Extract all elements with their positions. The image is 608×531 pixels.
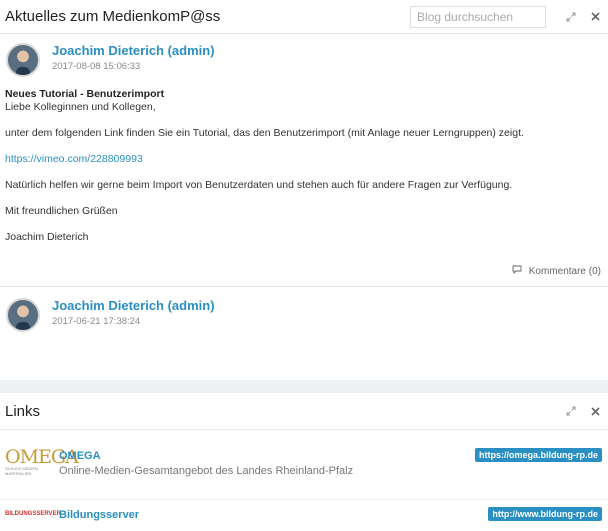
author-link[interactable]: Joachim Dieterich (admin) — [52, 43, 215, 58]
comments-count: Kommentare (0) — [528, 266, 601, 277]
post-body: Neues Tutorial - Benutzerimport Liebe Ko… — [5, 84, 603, 244]
post-title: Neues Tutorial - Benutzerimport — [5, 88, 165, 100]
blog-widget: Aktuelles zum MedienkomP@ss Joachim Diet… — [0, 0, 608, 380]
blog-post: Joachim Dieterich (admin) 2017-06-21 17:… — [0, 287, 608, 337]
link-url-badge[interactable]: https://omega.bildung-rp.de — [475, 448, 602, 462]
blog-search-input[interactable] — [410, 5, 546, 28]
link-item-omega[interactable]: OMEGA SCHULE MEDIEN MATERIALIEN OMEGA On… — [0, 430, 608, 500]
link-url-badge[interactable]: http://www.bildung-rp.de — [488, 507, 602, 521]
link-name[interactable]: OMEGA — [59, 450, 101, 462]
link-description: Online-Medien-Gesamtangebot des Landes R… — [59, 465, 354, 477]
post-text: unter dem folgenden Link finden Sie ein … — [5, 127, 524, 139]
close-icon[interactable] — [588, 404, 602, 418]
bildungsserver-logo: BILDUNGSSERVER — [5, 511, 61, 517]
post-link[interactable]: https://vimeo.com/228809993 — [5, 153, 143, 165]
comments-row: Kommentare (0) — [0, 255, 608, 287]
comment-icon — [512, 265, 525, 277]
blog-title: Aktuelles zum MedienkomP@ss — [5, 8, 221, 25]
post-date: 2017-06-21 17:38:24 — [52, 316, 141, 327]
avatar — [6, 43, 40, 77]
close-icon[interactable] — [588, 10, 602, 24]
post-signature: Joachim Dieterich — [5, 231, 89, 243]
link-item-bildungsserver[interactable]: BILDUNGSSERVER Bildungsserver http://www… — [0, 500, 608, 521]
post-text: Natürlich helfen wir gerne beim Import v… — [5, 179, 513, 191]
omega-logo: OMEGA SCHULE MEDIEN MATERIALIEN — [5, 446, 79, 477]
blog-post: Joachim Dieterich (admin) 2017-08-08 15:… — [0, 34, 608, 287]
avatar — [6, 298, 40, 332]
blog-header: Aktuelles zum MedienkomP@ss — [0, 0, 608, 34]
links-header: Links — [0, 393, 608, 430]
links-widget: Links OMEGA SCHULE MEDIEN MATERIALIEN OM… — [0, 393, 608, 531]
comment-link[interactable]: Kommentare (0) — [512, 265, 601, 277]
link-name[interactable]: Bildungsserver — [59, 509, 139, 521]
author-link[interactable]: Joachim Dieterich (admin) — [52, 298, 215, 313]
expand-icon[interactable] — [564, 404, 578, 418]
post-closing: Mit freundlichen Grüßen — [5, 205, 118, 217]
expand-icon[interactable] — [564, 10, 578, 24]
post-greeting: Liebe Kolleginnen und Kollegen, — [5, 101, 156, 113]
links-title: Links — [5, 402, 41, 420]
post-date: 2017-08-08 15:06:33 — [52, 61, 141, 72]
